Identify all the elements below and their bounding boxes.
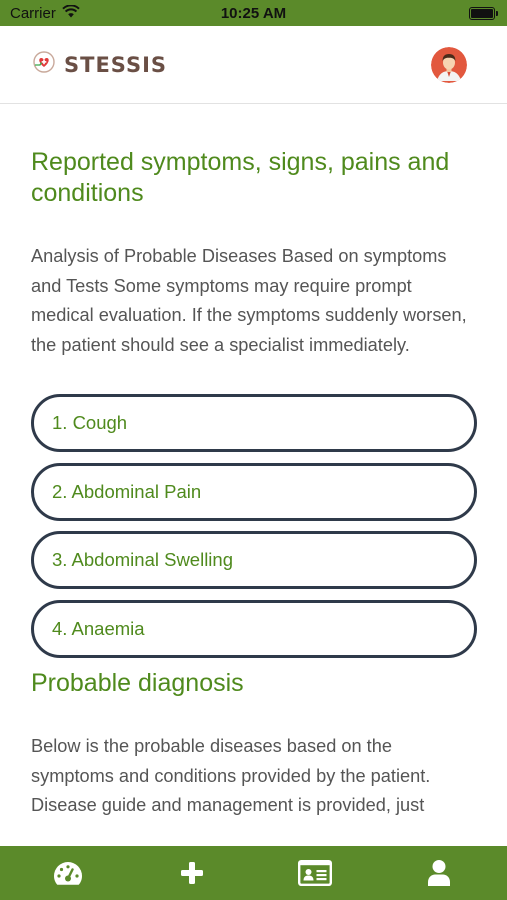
status-bar: Carrier 10:25 AM: [0, 0, 507, 26]
brand-logo[interactable]: STESSIS: [32, 50, 167, 79]
tab-id-card[interactable]: [285, 846, 345, 900]
plus-icon: [180, 862, 203, 884]
user-avatar-icon: [431, 46, 467, 83]
carrier-label: Carrier: [10, 4, 56, 22]
symptom-label: 3. Abdominal Swelling: [52, 549, 233, 570]
dashboard-gauge-icon: [53, 862, 82, 885]
brand-name: STESSIS: [64, 52, 168, 77]
tab-add[interactable]: [162, 846, 222, 900]
app-screen: Carrier 10:25 AM STESSIS Reported sympto…: [0, 0, 507, 900]
tab-profile[interactable]: [409, 846, 469, 900]
heart-medical-logo-icon: [32, 50, 56, 79]
id-card-icon: [298, 860, 333, 886]
app-header: STESSIS: [0, 26, 507, 104]
wifi-icon: [62, 3, 80, 22]
status-left: Carrier: [10, 3, 80, 22]
symptom-item[interactable]: 4. Anaemia: [31, 599, 477, 658]
symptom-item[interactable]: 1. Cough: [31, 394, 477, 452]
battery-icon: [469, 6, 498, 20]
diagnosis-description: Below is the probable diseases based on …: [31, 736, 431, 815]
page-title: Reported symptoms, signs, pains and cond…: [31, 148, 450, 207]
user-icon: [428, 860, 451, 886]
symptom-item[interactable]: 2. Abdominal Pain: [31, 462, 477, 521]
tab-dashboard[interactable]: [38, 846, 98, 900]
symptom-label: 1. Cough: [52, 412, 128, 433]
symptom-label: 2. Abdominal Pain: [52, 480, 202, 502]
symptom-label: 4. Anaemia: [52, 617, 145, 639]
battery-level: [471, 8, 493, 18]
analysis-description: Analysis of Probable Diseases Based on s…: [31, 246, 467, 355]
symptom-list: 1. Cough 2. Abdominal Pain 3. Abdominal …: [31, 394, 478, 658]
symptom-item[interactable]: 3. Abdominal Swelling: [31, 531, 477, 589]
avatar[interactable]: [431, 46, 467, 83]
bottom-tab-bar: [0, 846, 507, 900]
main-content: Reported symptoms, signs, pains and cond…: [31, 104, 478, 821]
probable-diagnosis-heading: Probable diagnosis: [31, 669, 244, 697]
